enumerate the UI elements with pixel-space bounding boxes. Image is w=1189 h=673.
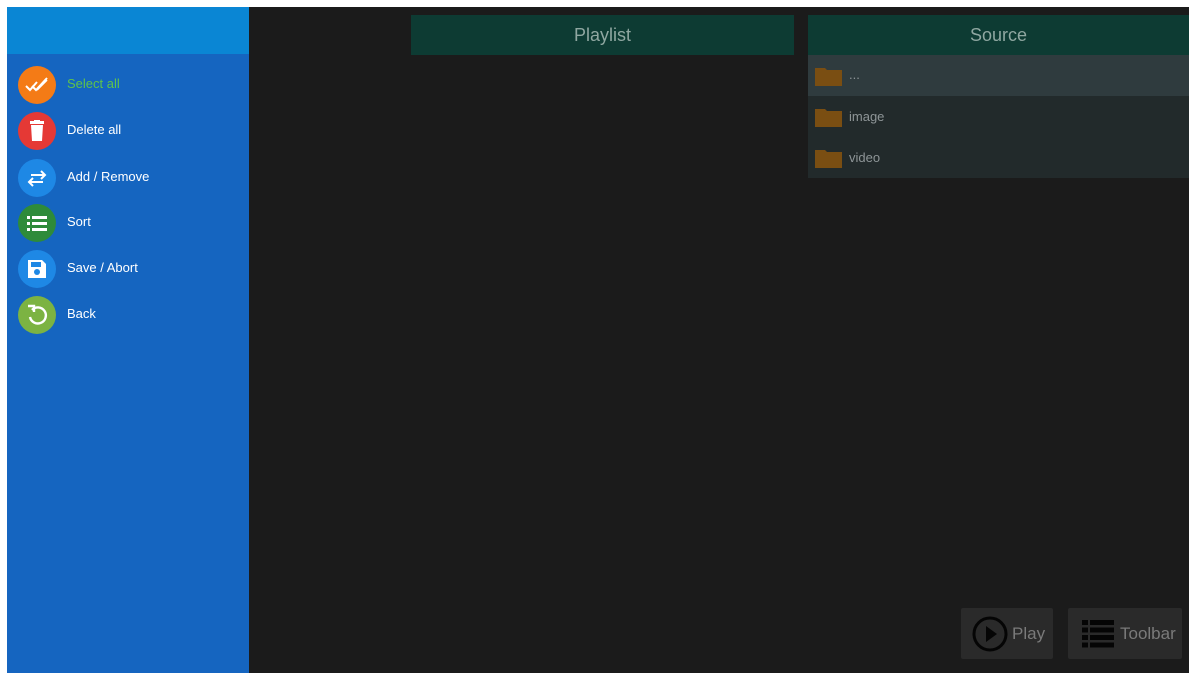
- delete-all-button[interactable]: Delete all: [7, 108, 249, 154]
- source-title: Source: [969, 24, 1028, 45]
- sort-button[interactable]: Sort: [7, 200, 249, 246]
- playlist-title: Playlist: [573, 24, 631, 45]
- sidebar-menu: Select all Delete all Add / Remove Sort …: [7, 7, 249, 673]
- source-item-parent[interactable]: ...: [808, 55, 1189, 96]
- app-window: Select all Delete all Add / Remove Sort …: [7, 7, 1189, 673]
- folder-icon: [815, 109, 842, 127]
- back-label: Back: [67, 306, 96, 321]
- toolbar-button[interactable]: Toolbar: [1068, 608, 1182, 659]
- back-button[interactable]: Back: [7, 292, 249, 338]
- folder-icon: [815, 68, 842, 86]
- undo-icon: [18, 296, 56, 334]
- swap-arrows-icon: [18, 159, 56, 197]
- save-abort-button[interactable]: Save / Abort: [7, 246, 249, 292]
- source-header: Source: [808, 15, 1189, 55]
- toolbar-icon: [1082, 619, 1114, 647]
- play-button[interactable]: Play: [961, 608, 1053, 659]
- playlist-header: Playlist: [411, 15, 794, 55]
- toolbar-label: Toolbar: [1120, 623, 1176, 643]
- delete-all-label: Delete all: [67, 122, 122, 137]
- select-all-button[interactable]: Select all: [7, 62, 249, 108]
- list-icon: [18, 204, 56, 242]
- source-list: ... image video: [808, 55, 1189, 178]
- select-all-label: Select all: [67, 76, 120, 91]
- add-remove-button[interactable]: Add / Remove: [7, 155, 249, 201]
- source-item-label: image: [849, 109, 885, 124]
- source-item-label: ...: [849, 67, 860, 82]
- sort-label: Sort: [67, 214, 91, 229]
- sidebar-header: [7, 7, 249, 54]
- double-check-icon: [18, 66, 56, 104]
- save-icon: [18, 250, 56, 288]
- source-item-video[interactable]: video: [808, 137, 1189, 178]
- folder-icon: [815, 150, 842, 168]
- play-label: Play: [1012, 623, 1046, 643]
- source-item-label: video: [849, 150, 881, 165]
- source-item-image[interactable]: image: [808, 96, 1189, 137]
- play-icon: [972, 616, 1008, 651]
- add-remove-label: Add / Remove: [67, 169, 150, 184]
- trash-icon: [18, 112, 56, 150]
- save-abort-label: Save / Abort: [67, 260, 138, 275]
